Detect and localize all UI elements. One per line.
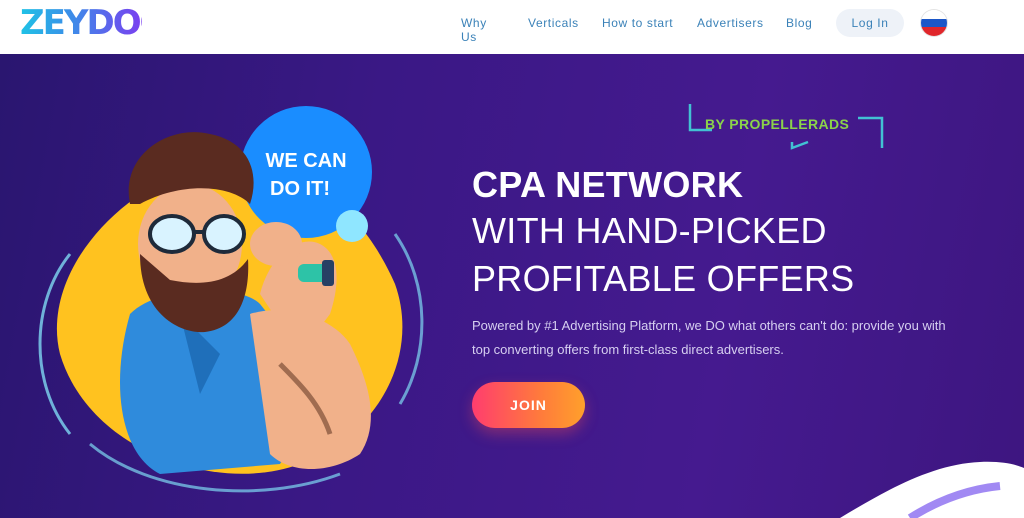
nav-blog[interactable]: Blog: [786, 16, 812, 30]
nav-how-to-start[interactable]: How to start: [602, 16, 673, 30]
logo-text: ZEYDOO: [20, 3, 169, 43]
hero-illustration: WE CAN DO IT!: [38, 106, 424, 493]
svg-text:DO IT!: DO IT!: [270, 178, 330, 200]
nav-advertisers[interactable]: Advertisers: [697, 16, 764, 30]
logo[interactable]: ZEYDOO: [20, 3, 169, 43]
svg-text:WE CAN: WE CAN: [265, 150, 346, 172]
hero-description: Powered by #1 Advertising Platform, we D…: [472, 318, 946, 357]
login-button[interactable]: Log In: [836, 9, 904, 37]
hero-title-line-2: WITH HAND-PICKED: [472, 210, 827, 251]
nav-verticals[interactable]: Verticals: [528, 16, 579, 30]
propellerads-badge: BY PROPELLERADS: [705, 116, 850, 132]
hero-title-line-3: PROFITABLE OFFERS: [472, 258, 855, 299]
site-header: ZEYDOO Why Us Verticals How to start Adv…: [0, 0, 1024, 54]
hero-title-line-1: CPA NETWORK: [472, 164, 744, 205]
hero-section: WE CAN DO IT! BY PROPELLERADS CPA NETWOR…: [0, 54, 1024, 518]
nav-why-us[interactable]: Why Us: [461, 16, 487, 44]
join-button[interactable]: JOIN: [472, 382, 585, 428]
russia-flag-icon[interactable]: [921, 10, 947, 36]
wave-decoration: [840, 461, 1024, 518]
